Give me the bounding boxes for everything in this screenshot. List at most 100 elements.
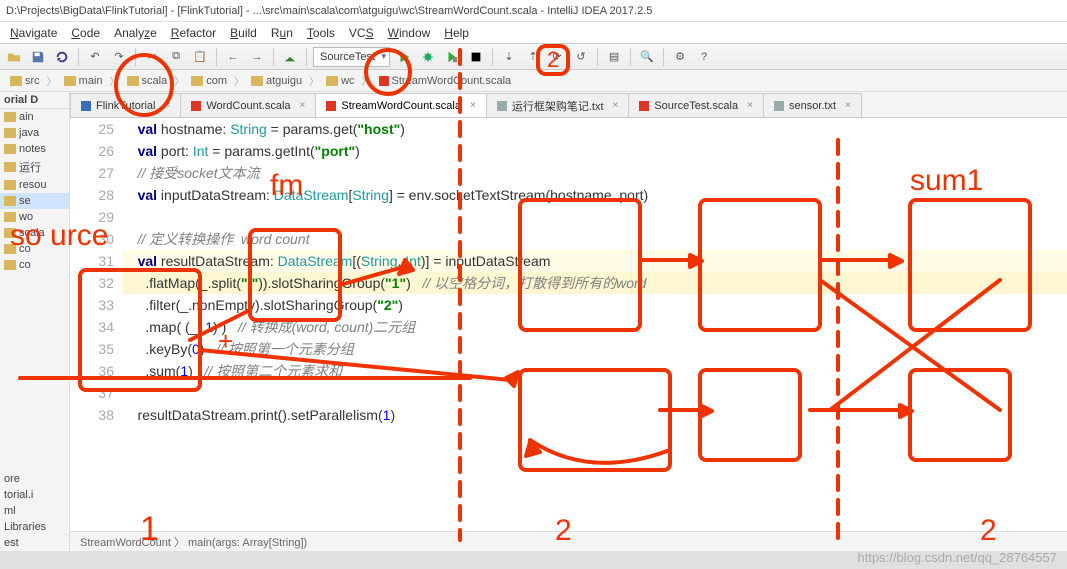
breadcrumb-item[interactable]: main: [58, 74, 109, 88]
settings-icon[interactable]: ⚙: [670, 47, 690, 67]
menu-code[interactable]: Code: [65, 24, 106, 42]
breadcrumb-item[interactable]: scala: [121, 74, 174, 88]
editor-crumb-bar[interactable]: StreamWordCount 〉 main(args: Array[Strin…: [70, 531, 1067, 551]
menu-refactor[interactable]: Refactor: [165, 24, 222, 42]
tab-label: StreamWordCount.scala: [341, 100, 461, 112]
code-line[interactable]: .filter(_.nonEmpty).slotSharingGroup("2"…: [122, 294, 1067, 316]
close-icon[interactable]: ×: [845, 100, 851, 111]
paste-icon[interactable]: 📋: [190, 47, 210, 67]
text-file-icon: [774, 101, 784, 111]
project-item[interactable]: ain: [0, 109, 69, 125]
project-item[interactable]: notes: [0, 141, 69, 157]
project-item[interactable]: java: [0, 125, 69, 141]
code-line[interactable]: val port: Int = params.getInt("port"): [122, 140, 1067, 162]
editor-tab[interactable]: sensor.txt×: [763, 93, 862, 117]
close-icon[interactable]: ×: [165, 100, 171, 111]
folder-icon: [4, 228, 16, 238]
help-icon[interactable]: ?: [694, 47, 714, 67]
folder-icon: [10, 76, 22, 86]
code-line[interactable]: resultDataStream.print().setParallelism(…: [122, 404, 1067, 426]
build-icon[interactable]: [280, 47, 300, 67]
menu-navigate[interactable]: NNavigateavigate: [4, 24, 63, 42]
code-line[interactable]: // 定义转换操作 word count: [122, 228, 1067, 250]
open-icon[interactable]: [4, 47, 24, 67]
breadcrumb-bar: srcmain scala com atguigu wc StreamWordCount.…: [0, 70, 1067, 92]
project-item[interactable]: 运行: [0, 157, 69, 177]
menu-run[interactable]: Run: [265, 24, 299, 42]
code-line[interactable]: .keyBy(0) // 按照第一个元素分组: [122, 338, 1067, 360]
vcs-revert-icon[interactable]: ↺: [571, 47, 591, 67]
project-item[interactable]: se: [0, 193, 69, 209]
project-tool-window[interactable]: orial D ainjavanotes运行resousewoscalacoco…: [0, 92, 70, 551]
editor-tab[interactable]: SourceTest.scala ×: [628, 93, 764, 117]
code-line[interactable]: [122, 382, 1067, 404]
editor-tab[interactable]: FlinkTutorial×: [70, 93, 181, 117]
forward-icon[interactable]: →: [247, 47, 267, 67]
vcs-update-icon[interactable]: ⇣: [499, 47, 519, 67]
redo-icon[interactable]: ↷: [109, 47, 129, 67]
project-item[interactable]: ore: [0, 471, 69, 487]
breadcrumb-item[interactable]: com: [185, 74, 233, 88]
code-line[interactable]: val hostname: String = params.get("host"…: [122, 118, 1067, 140]
project-item[interactable]: scala: [0, 225, 69, 241]
project-item[interactable]: ml: [0, 503, 69, 519]
project-item[interactable]: wo: [0, 209, 69, 225]
menu-window[interactable]: Window: [382, 24, 437, 42]
run-coverage-icon[interactable]: [442, 47, 462, 67]
project-item[interactable]: est: [0, 535, 69, 551]
code-area[interactable]: 2526272829303132333435363738 val hostnam…: [70, 118, 1067, 531]
breadcrumb-file[interactable]: StreamWordCount.scala: [373, 74, 518, 88]
save-icon[interactable]: [28, 47, 48, 67]
vcs-commit-icon[interactable]: ⇡: [523, 47, 543, 67]
menu-vcs[interactable]: VCS: [343, 24, 380, 42]
breadcrumb-item[interactable]: src: [4, 74, 46, 88]
close-icon[interactable]: ×: [747, 100, 753, 111]
main-toolbar: ↶ ↷ ✂ ⧉ 📋 ← → SourceTest ⇣ ⇡ ⟳ ↺ ▤ 🔍 ⚙ ?: [0, 44, 1067, 70]
code-line[interactable]: val resultDataStream: DataStream[(String…: [122, 250, 1067, 272]
close-icon[interactable]: ×: [300, 100, 306, 111]
editor-tab[interactable]: 运行框架购笔记.txt×: [486, 93, 630, 117]
code-line[interactable]: [122, 206, 1067, 228]
folder-icon: [4, 128, 16, 138]
copy-icon[interactable]: ⧉: [166, 47, 186, 67]
status-bar: [0, 551, 1067, 569]
project-item[interactable]: co: [0, 257, 69, 273]
tab-label: WordCount.scala: [206, 100, 290, 112]
breadcrumb-item[interactable]: wc: [320, 74, 360, 88]
project-item[interactable]: Libraries: [0, 519, 69, 535]
code-line[interactable]: .sum(1) // 按照第二个元素求和: [122, 360, 1067, 382]
project-item[interactable]: torial.i: [0, 487, 69, 503]
menu-build[interactable]: Build: [224, 24, 263, 42]
close-icon[interactable]: ×: [613, 100, 619, 111]
close-icon[interactable]: ×: [470, 100, 476, 111]
code-line[interactable]: .map( (_, 1) ) // 转换成(word, count)二元组: [122, 316, 1067, 338]
project-item[interactable]: co: [0, 241, 69, 257]
folder-icon: [4, 180, 16, 190]
code-line[interactable]: // 接受socket文本流: [122, 162, 1067, 184]
search-icon[interactable]: 🔍: [637, 47, 657, 67]
editor-tab[interactable]: WordCount.scala ×: [180, 93, 316, 117]
structure-icon[interactable]: ▤: [604, 47, 624, 67]
menu-tools[interactable]: Tools: [301, 24, 341, 42]
code-content[interactable]: val hostname: String = params.get("host"…: [122, 118, 1067, 531]
window-titlebar: D:\Projects\BigData\FlinkTutorial] - [Fl…: [0, 0, 1067, 22]
refresh-icon[interactable]: [52, 47, 72, 67]
code-line[interactable]: .flatMap(_.split(" ")).slotSharingGroup(…: [122, 272, 1067, 294]
code-line[interactable]: val inputDataStream: DataStream[String] …: [122, 184, 1067, 206]
tab-label: SourceTest.scala: [654, 100, 738, 112]
debug-icon[interactable]: [418, 47, 438, 67]
stop-icon[interactable]: [466, 47, 486, 67]
editor-tab[interactable]: StreamWordCount.scala ×: [315, 93, 486, 117]
run-config-dropdown[interactable]: SourceTest: [313, 47, 390, 67]
run-icon[interactable]: [394, 47, 414, 67]
vcs-history-icon[interactable]: ⟳: [547, 47, 567, 67]
undo-icon[interactable]: ↶: [85, 47, 105, 67]
cut-icon[interactable]: ✂: [142, 47, 162, 67]
back-icon[interactable]: ←: [223, 47, 243, 67]
menu-analyze[interactable]: Analyze: [108, 24, 163, 42]
menu-help[interactable]: Help: [438, 24, 475, 42]
project-item[interactable]: resou: [0, 177, 69, 193]
folder-icon: [127, 76, 139, 86]
breadcrumb-item[interactable]: atguigu: [245, 74, 308, 88]
editor-tabs: FlinkTutorial×WordCount.scala×StreamWord…: [70, 92, 1067, 118]
